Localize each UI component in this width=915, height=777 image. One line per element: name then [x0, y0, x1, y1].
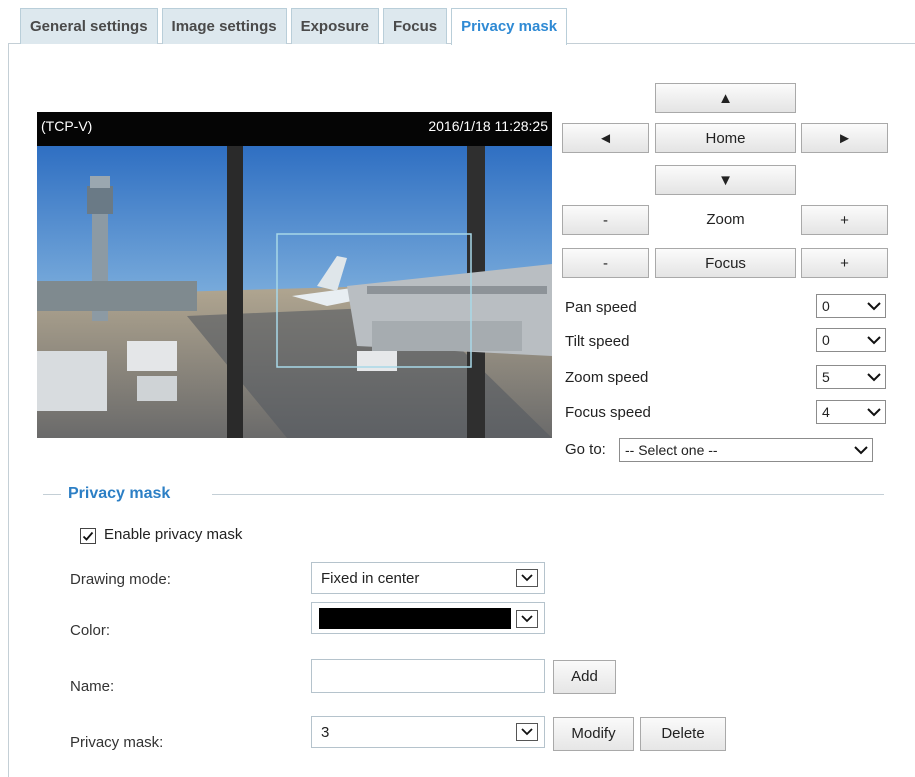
zoom-in-button[interactable]: +: [801, 205, 888, 235]
color-label: Color:: [70, 622, 111, 639]
chevron-down-icon: [521, 615, 533, 623]
drawing-mode-select[interactable]: Fixed in center: [311, 562, 545, 594]
camera-image[interactable]: [37, 146, 552, 438]
pan-speed-label: Pan speed: [565, 299, 637, 316]
pan-speed-select[interactable]: 0: [816, 294, 886, 318]
section-divider-left: [43, 494, 61, 495]
tilt-speed-value: 0: [822, 332, 830, 348]
panel-left-border: [8, 43, 9, 777]
pan-right-button[interactable]: ►: [801, 123, 888, 153]
chevron-down-icon: [521, 728, 533, 736]
drawing-mode-label: Drawing mode:: [70, 571, 171, 588]
chevron-down-icon: [867, 373, 881, 382]
privacy-mask-value: 3: [321, 724, 330, 741]
focus-speed-select[interactable]: 4: [816, 400, 886, 424]
focus-speed-label: Focus speed: [565, 404, 651, 421]
section-divider-right: [212, 494, 884, 495]
tilt-down-button[interactable]: ▼: [655, 165, 796, 195]
modify-button[interactable]: Modify: [553, 717, 634, 751]
tab-bar: General settings Image settings Exposure…: [20, 8, 571, 45]
goto-label: Go to:: [565, 441, 606, 458]
enable-privacy-mask-checkbox[interactable]: [80, 528, 96, 544]
chevron-down-icon: [521, 574, 533, 582]
dropdown-button[interactable]: [516, 569, 538, 587]
dropdown-button[interactable]: [516, 723, 538, 741]
color-swatch: [319, 608, 511, 629]
stream-label: (TCP-V): [41, 118, 93, 134]
chevron-down-icon: [867, 336, 881, 345]
chevron-down-icon: [867, 408, 881, 417]
pan-left-button[interactable]: ◄: [562, 123, 649, 153]
enable-privacy-mask-label: Enable privacy mask: [104, 526, 243, 543]
add-button[interactable]: Add: [553, 660, 616, 694]
privacy-mask-label: Privacy mask:: [70, 734, 164, 751]
video-timestamp: 2016/1/18 11:28:25: [428, 118, 548, 134]
mask-name-input[interactable]: [311, 659, 545, 693]
zoom-label: Zoom: [706, 211, 745, 228]
tilt-speed-label: Tilt speed: [565, 333, 630, 350]
home-button[interactable]: Home: [655, 123, 796, 153]
focus-speed-value: 4: [822, 404, 830, 420]
drawing-mode-value: Fixed in center: [321, 570, 420, 587]
name-label: Name:: [70, 678, 115, 695]
tab-exposure[interactable]: Exposure: [290, 8, 379, 44]
live-video-view[interactable]: (TCP-V) 2016/1/18 11:28:25: [37, 112, 552, 438]
checkmark-icon: [82, 531, 94, 541]
privacy-mask-select[interactable]: 3: [311, 716, 545, 748]
tab-focus[interactable]: Focus: [382, 8, 448, 44]
tilt-up-button[interactable]: ▲: [655, 83, 796, 113]
zoom-speed-value: 5: [822, 369, 830, 385]
dropdown-button[interactable]: [516, 610, 538, 628]
tilt-speed-select[interactable]: 0: [816, 328, 886, 352]
pan-speed-value: 0: [822, 298, 830, 314]
privacy-mask-section-title: Privacy mask: [68, 485, 171, 502]
zoom-out-button[interactable]: -: [562, 205, 649, 235]
focus-far-button[interactable]: +: [801, 248, 888, 278]
goto-preset-select[interactable]: -- Select one --: [619, 438, 873, 462]
focus-button[interactable]: Focus: [655, 248, 796, 278]
color-select[interactable]: [311, 602, 545, 634]
chevron-down-icon: [867, 302, 881, 311]
zoom-speed-select[interactable]: 5: [816, 365, 886, 389]
chevron-down-icon: [854, 446, 868, 455]
tab-privacy-mask[interactable]: Privacy mask: [451, 8, 568, 45]
delete-button[interactable]: Delete: [640, 717, 726, 751]
video-caption-bar: (TCP-V) 2016/1/18 11:28:25: [37, 112, 552, 146]
zoom-speed-label: Zoom speed: [565, 369, 649, 386]
tab-image-settings[interactable]: Image settings: [161, 8, 287, 44]
tab-general-settings[interactable]: General settings: [20, 8, 158, 44]
focus-near-button[interactable]: -: [562, 248, 649, 278]
goto-preset-value: -- Select one --: [625, 442, 718, 458]
